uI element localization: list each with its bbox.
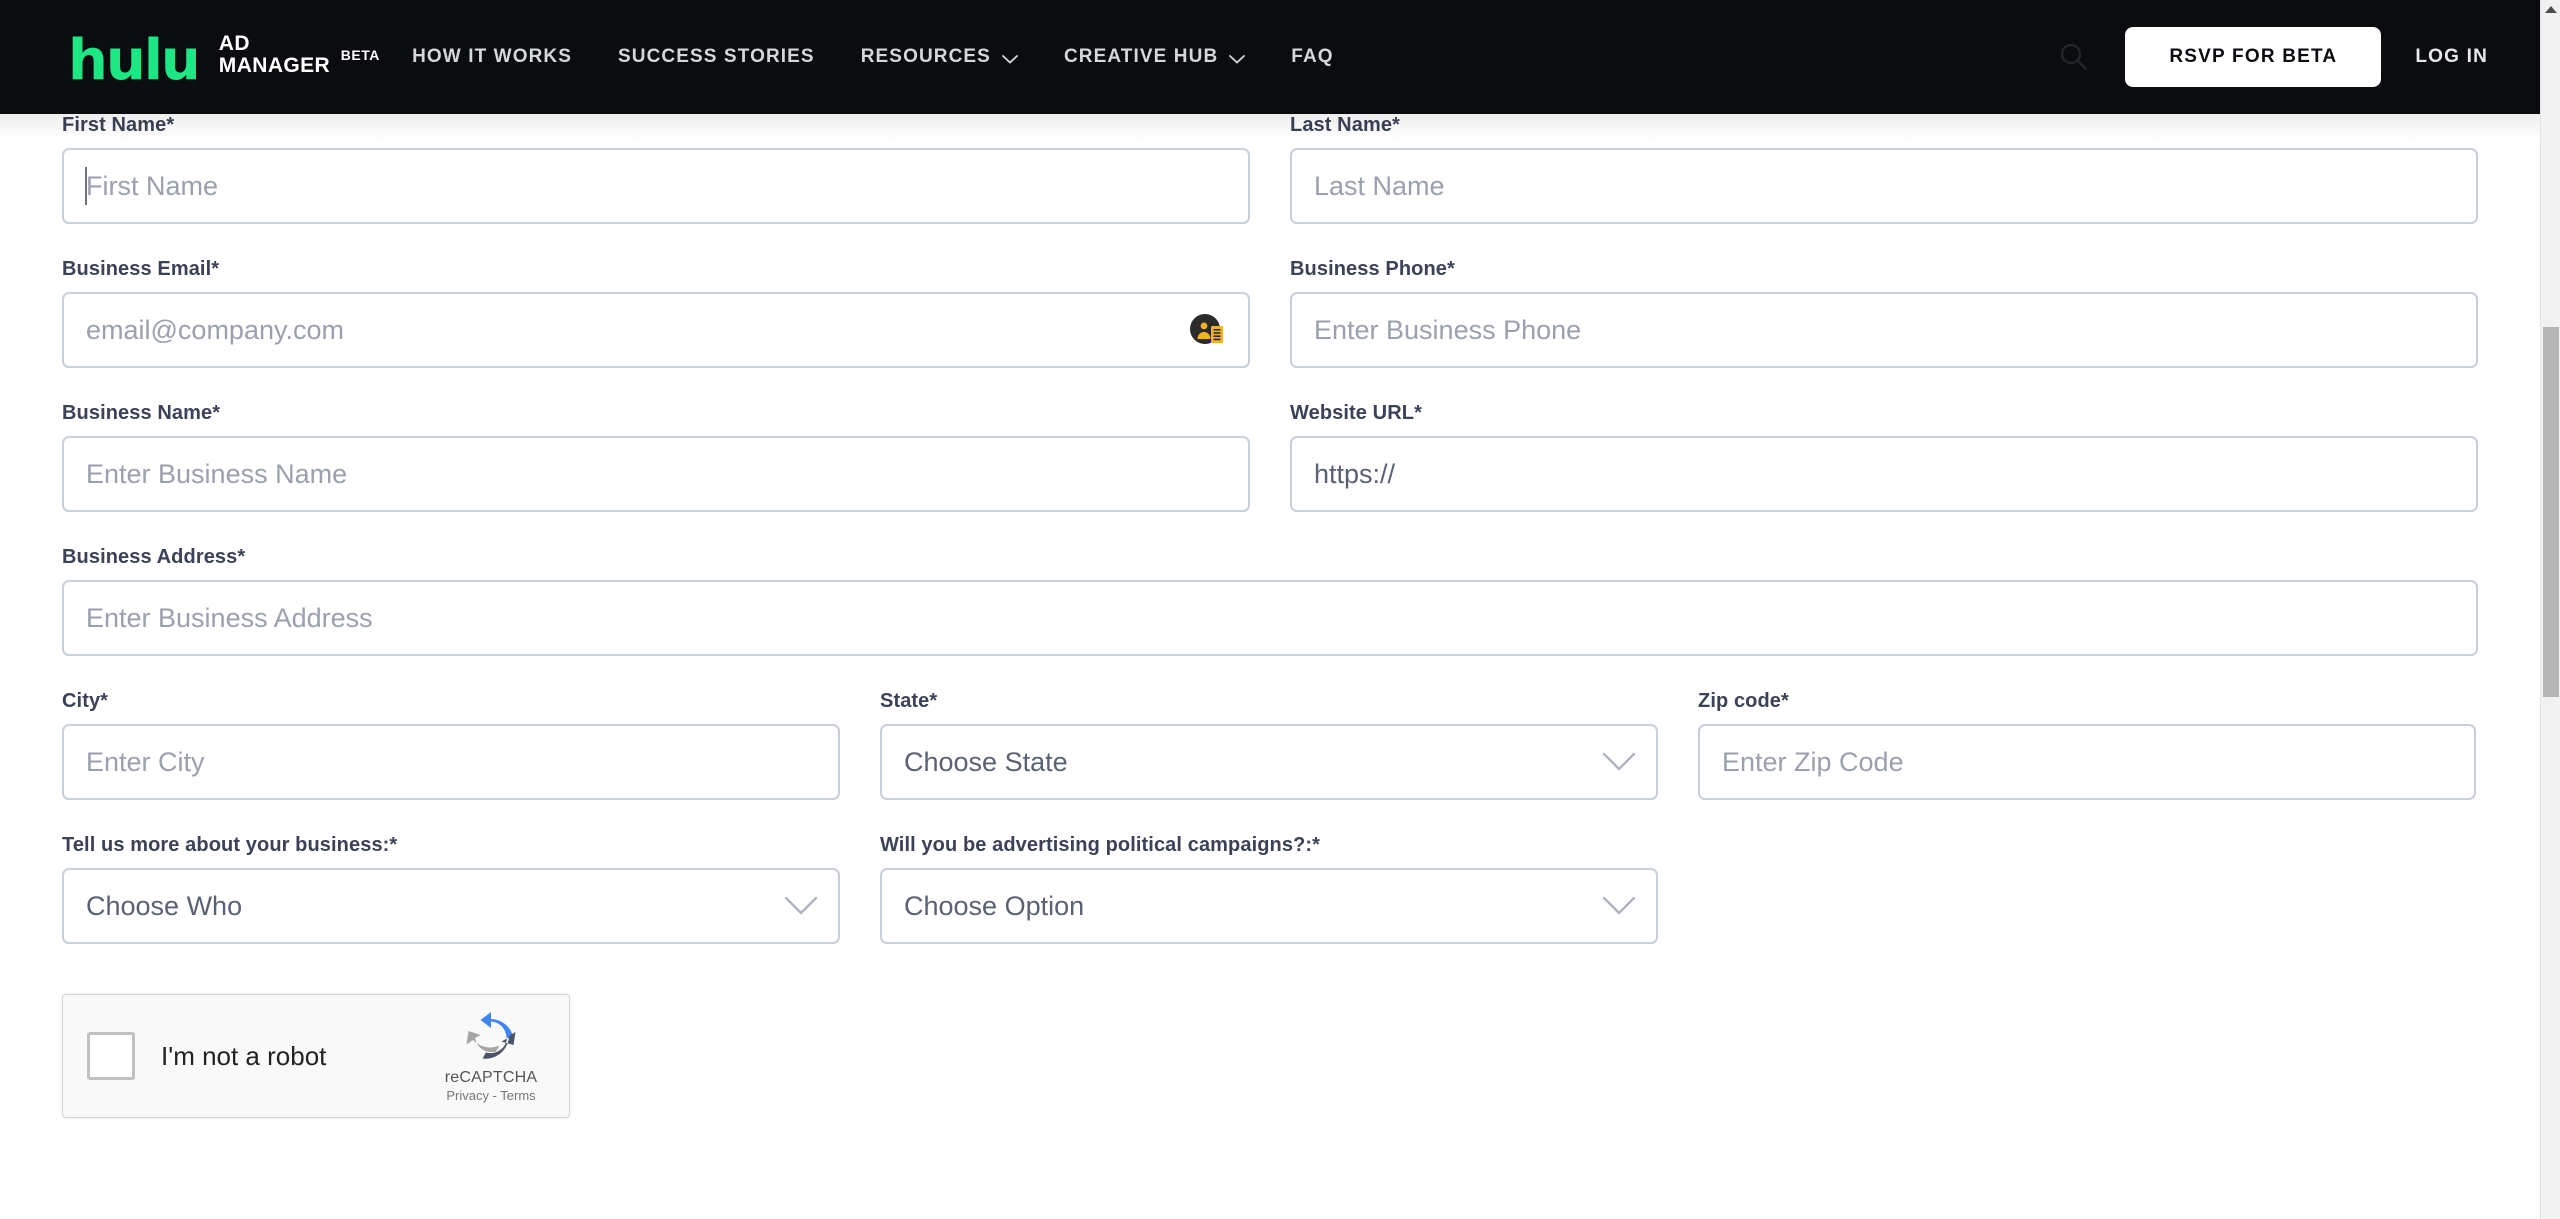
last-name-input-wrap <box>1290 148 2478 224</box>
brand-logo[interactable]: hulu AD MANAGER BETA <box>68 32 380 89</box>
business-phone-label: Business Phone* <box>1290 258 1455 280</box>
business-name-input[interactable] <box>62 436 1250 512</box>
search-icon[interactable] <box>2057 40 2091 74</box>
hulu-wordmark: hulu <box>68 28 201 93</box>
nav-right-group: RSVP FOR BETA LOG IN <box>2057 27 2502 87</box>
vertical-scrollbar[interactable] <box>2540 0 2560 1219</box>
political-campaigns-label: Will you be advertising political campai… <box>880 834 1321 856</box>
political-campaigns-select[interactable]: Choose Option <box>880 868 1658 944</box>
state-selected-value: Choose State <box>904 746 1068 777</box>
state-select-wrap: Choose State <box>880 724 1658 800</box>
business-address-label: Business Address* <box>62 546 246 568</box>
field-political-campaigns: Will you be advertising political campai… <box>880 834 1658 944</box>
business-email-label: Business Email* <box>62 258 220 280</box>
field-state: State* Choose State <box>880 690 1658 800</box>
log-in-link[interactable]: LOG IN <box>2415 46 2488 68</box>
scrollbar-thumb[interactable] <box>2543 327 2559 697</box>
zip-code-input-wrap <box>1698 724 2476 800</box>
business-phone-input[interactable] <box>1290 292 2478 368</box>
text-cursor <box>85 167 87 205</box>
field-website-url: Website URL* <box>1290 402 2478 512</box>
beta-badge: BETA <box>340 47 380 63</box>
page-root: hulu AD MANAGER BETA HOW IT WORKS SUCCES… <box>0 0 2560 1219</box>
nav-item-faq[interactable]: FAQ <box>1291 46 1333 68</box>
recaptcha-privacy-terms[interactable]: Privacy - Terms <box>431 1088 551 1103</box>
first-name-input[interactable] <box>62 148 1250 224</box>
business-name-input-wrap <box>62 436 1250 512</box>
business-type-selected-value: Choose Who <box>86 890 243 921</box>
website-url-label: Website URL* <box>1290 402 1422 424</box>
business-name-label: Business Name* <box>62 402 221 424</box>
form-row-contact: Business Email* email@company.com Busine… <box>62 258 2478 380</box>
nav-item-creative-hub[interactable]: CREATIVE HUB <box>1063 46 1246 68</box>
nav-item-how-it-works[interactable]: HOW IT WORKS <box>412 46 572 68</box>
recaptcha-brand-name: reCAPTCHA <box>444 1068 538 1086</box>
field-business-name: Business Name* <box>62 402 1250 512</box>
nav-item-resources[interactable]: RESOURCES <box>861 46 1018 68</box>
business-type-select-wrap: Choose Who <box>62 868 840 944</box>
zip-code-label: Zip code* <box>1698 690 1789 712</box>
website-url-input-wrap <box>1290 436 2478 512</box>
field-business-type: Tell us more about your business:* Choos… <box>62 834 840 944</box>
city-label: City* <box>62 690 109 712</box>
business-address-input[interactable] <box>62 580 2478 656</box>
form-row-location: City* State* Choose State Zip code* <box>62 690 2478 812</box>
website-url-input[interactable] <box>1290 436 2478 512</box>
form-row-address: Business Address* <box>62 546 2478 668</box>
recaptcha-label: I'm not a robot <box>161 1040 327 1071</box>
first-name-label: First Name* <box>62 114 175 136</box>
field-business-email: Business Email* <box>62 258 1250 368</box>
field-city: City* <box>62 690 840 800</box>
recaptcha-checkbox[interactable] <box>87 1032 135 1080</box>
business-phone-input-wrap <box>1290 292 2478 368</box>
top-navigation-bar: hulu AD MANAGER BETA HOW IT WORKS SUCCES… <box>0 0 2540 114</box>
state-label: State* <box>880 690 938 712</box>
rsvp-form: First Name* Last Name* Business Email* <box>0 114 2540 1118</box>
chevron-down-icon <box>1229 54 1246 64</box>
nav-item-success-stories[interactable]: SUCCESS STORIES <box>618 46 815 68</box>
field-first-name: First Name* <box>62 114 1250 224</box>
recaptcha-widget: I'm not a robot reCAPTCHA Privacy - Term… <box>62 994 570 1118</box>
business-type-label: Tell us more about your business:* <box>62 834 398 856</box>
first-name-input-wrap <box>62 148 1250 224</box>
scroll-up-arrow-icon[interactable] <box>2544 6 2557 13</box>
last-name-label: Last Name* <box>1290 114 1400 136</box>
zip-code-input[interactable] <box>1698 724 2476 800</box>
form-row-names: First Name* Last Name* <box>62 114 2478 236</box>
password-manager-autofill-icon[interactable] <box>1186 309 1228 351</box>
recaptcha-logo-icon <box>466 1011 516 1059</box>
last-name-input[interactable] <box>1290 148 2478 224</box>
nav-links: HOW IT WORKS SUCCESS STORIES RESOURCES C… <box>412 46 1334 68</box>
brand-line-1: AD <box>218 32 250 55</box>
ad-manager-label: AD MANAGER BETA <box>218 32 380 77</box>
field-last-name: Last Name* <box>1290 114 2478 224</box>
chevron-down-icon <box>1002 54 1018 64</box>
city-input[interactable] <box>62 724 840 800</box>
business-address-input-wrap <box>62 580 2478 656</box>
city-input-wrap <box>62 724 840 800</box>
field-zip-code: Zip code* <box>1698 690 2476 800</box>
field-business-address: Business Address* <box>62 546 2478 656</box>
business-email-input[interactable] <box>62 292 1250 368</box>
business-email-input-wrap <box>62 292 1250 368</box>
political-campaigns-select-wrap: Choose Option <box>880 868 1658 944</box>
brand-line-2: MANAGER <box>218 54 331 77</box>
state-select[interactable]: Choose State <box>880 724 1658 800</box>
nav-item-label: CREATIVE HUB <box>1063 46 1219 67</box>
political-campaigns-selected-value: Choose Option <box>904 890 1085 921</box>
recaptcha-branding: reCAPTCHA Privacy - Terms <box>431 1010 551 1103</box>
form-row-questions: Tell us more about your business:* Choos… <box>62 834 2478 956</box>
nav-item-label: HOW IT WORKS <box>412 46 572 67</box>
form-row-business: Business Name* Website URL* <box>62 402 2478 524</box>
nav-item-label: RESOURCES <box>860 46 991 67</box>
business-type-select[interactable]: Choose Who <box>62 868 840 944</box>
nav-item-label: FAQ <box>1291 46 1334 67</box>
rsvp-for-beta-button[interactable]: RSVP FOR BETA <box>2125 27 2382 87</box>
field-business-phone: Business Phone* <box>1290 258 2478 368</box>
nav-item-label: SUCCESS STORIES <box>618 46 815 67</box>
